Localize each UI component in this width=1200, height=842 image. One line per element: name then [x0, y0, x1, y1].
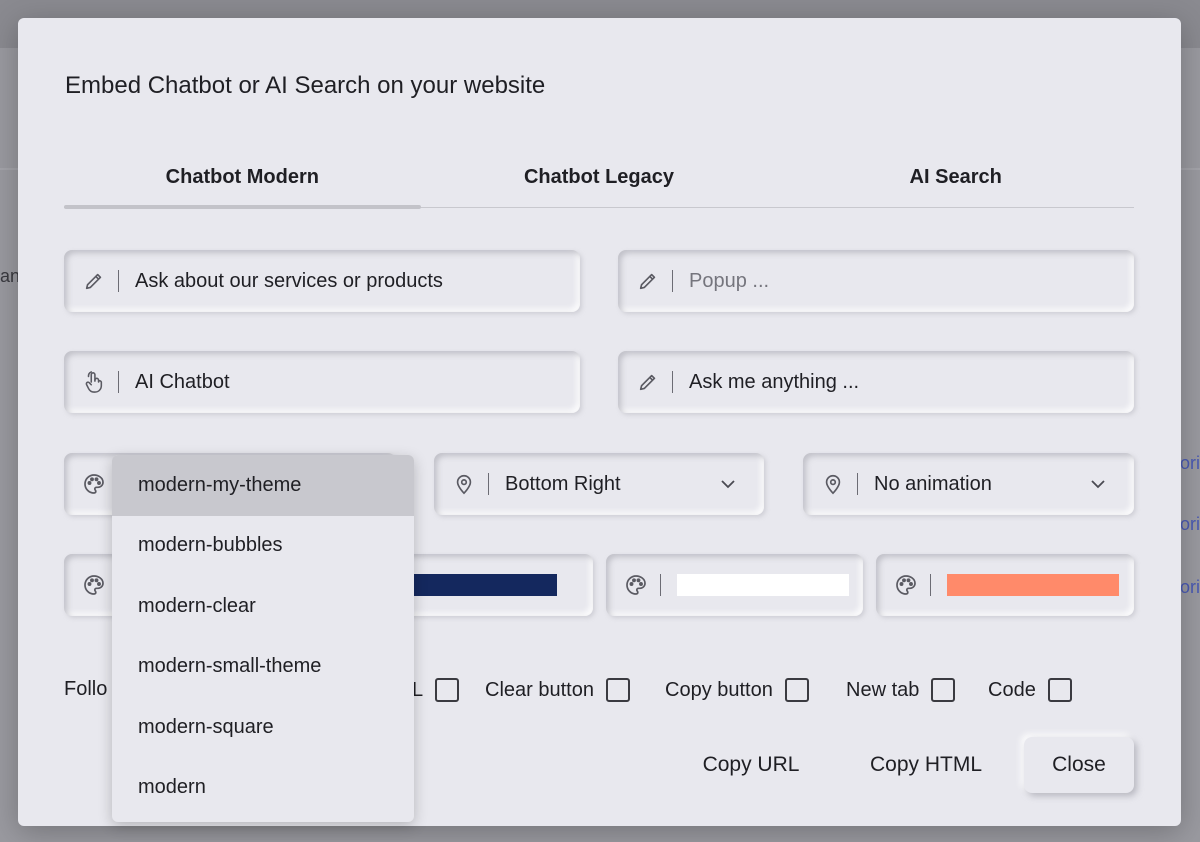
animation-value: No animation — [874, 472, 992, 495]
clear-button-checkbox[interactable] — [605, 678, 630, 702]
tab-chatbot-modern[interactable]: Chatbot Modern — [64, 148, 421, 209]
field-separator — [118, 270, 119, 292]
pencil-icon — [636, 269, 660, 293]
copy-html-button[interactable]: Copy HTML — [850, 737, 1002, 793]
theme-option-modern-square[interactable]: modern-square — [112, 697, 414, 758]
modal-title: Embed Chatbot or AI Search on your websi… — [65, 72, 546, 99]
chevron-down-icon[interactable] — [718, 474, 738, 494]
prompt-field[interactable]: Ask about our services or products — [64, 250, 580, 312]
code-label: Code — [988, 678, 1036, 701]
theme-option-modern-my-theme[interactable]: modern-my-theme — [112, 455, 414, 516]
field-separator — [857, 473, 858, 495]
field-separator — [488, 473, 489, 495]
field-separator — [930, 574, 931, 596]
secondary-color-field[interactable] — [606, 554, 863, 616]
prompt-input[interactable]: Ask about our services or products — [135, 270, 580, 293]
animation-select[interactable]: No animation — [803, 453, 1134, 515]
field-separator — [660, 574, 661, 596]
follow-option-label: Follo — [64, 678, 108, 700]
location-pin-icon — [452, 472, 476, 496]
new-tab-checkbox[interactable] — [931, 678, 956, 702]
new-tab-option: New tab — [846, 678, 956, 702]
tab-ai-search[interactable]: AI Search — [777, 148, 1134, 207]
position-select[interactable]: Bottom Right — [434, 453, 764, 515]
clear-button-option: Clear button — [485, 678, 630, 702]
palette-icon — [82, 472, 106, 496]
theme-option-modern-clear[interactable]: modern-clear — [112, 576, 414, 637]
url-checkbox[interactable] — [435, 678, 460, 702]
pencil-icon — [636, 370, 660, 394]
chatbot-name-input[interactable]: AI Chatbot — [135, 371, 580, 394]
code-option: Code — [988, 678, 1072, 702]
tab-chatbot-legacy[interactable]: Chatbot Legacy — [421, 148, 778, 207]
input-placeholder-field[interactable]: Ask me anything ... — [618, 351, 1134, 413]
close-button[interactable]: Close — [1024, 737, 1134, 793]
accent-color-swatch[interactable] — [947, 574, 1119, 596]
palette-icon — [82, 573, 106, 597]
popup-field[interactable]: Popup ... — [618, 250, 1134, 312]
backdrop-link[interactable]: ori — [1180, 514, 1200, 535]
secondary-color-swatch[interactable] — [677, 574, 849, 596]
theme-option-modern-bubbles[interactable]: modern-bubbles — [112, 516, 414, 577]
url-option: L — [412, 678, 460, 702]
chevron-down-icon[interactable] — [1088, 474, 1108, 494]
theme-option-modern[interactable]: modern — [112, 758, 414, 819]
location-pin-icon — [821, 472, 845, 496]
input-placeholder-input[interactable]: Ask me anything ... — [689, 371, 1134, 394]
accent-color-field[interactable] — [876, 554, 1134, 616]
field-separator — [672, 270, 673, 292]
copy-button-label: Copy button — [665, 678, 773, 701]
palette-icon — [894, 573, 918, 597]
theme-dropdown-menu: modern-my-theme modern-bubbles modern-cl… — [112, 455, 414, 822]
backdrop-link[interactable]: ori — [1180, 577, 1200, 598]
position-value: Bottom Right — [505, 472, 621, 495]
new-tab-label: New tab — [846, 678, 920, 701]
copy-url-button[interactable]: Copy URL — [684, 737, 818, 793]
palette-icon — [624, 573, 648, 597]
code-checkbox[interactable] — [1047, 678, 1072, 702]
theme-option-modern-small-theme[interactable]: modern-small-theme — [112, 637, 414, 698]
chatbot-name-field[interactable]: AI Chatbot — [64, 351, 580, 413]
copy-button-option: Copy button — [665, 678, 809, 702]
pencil-icon — [82, 269, 106, 293]
embed-tabs: Chatbot Modern Chatbot Legacy AI Search — [64, 148, 1134, 209]
field-separator — [672, 371, 673, 393]
touch-hand-icon — [82, 370, 106, 394]
popup-input[interactable]: Popup ... — [689, 270, 1134, 293]
backdrop-link[interactable]: ori — [1180, 453, 1200, 474]
field-separator — [118, 371, 119, 393]
copy-button-checkbox[interactable] — [784, 678, 809, 702]
clear-button-label: Clear button — [485, 678, 594, 701]
